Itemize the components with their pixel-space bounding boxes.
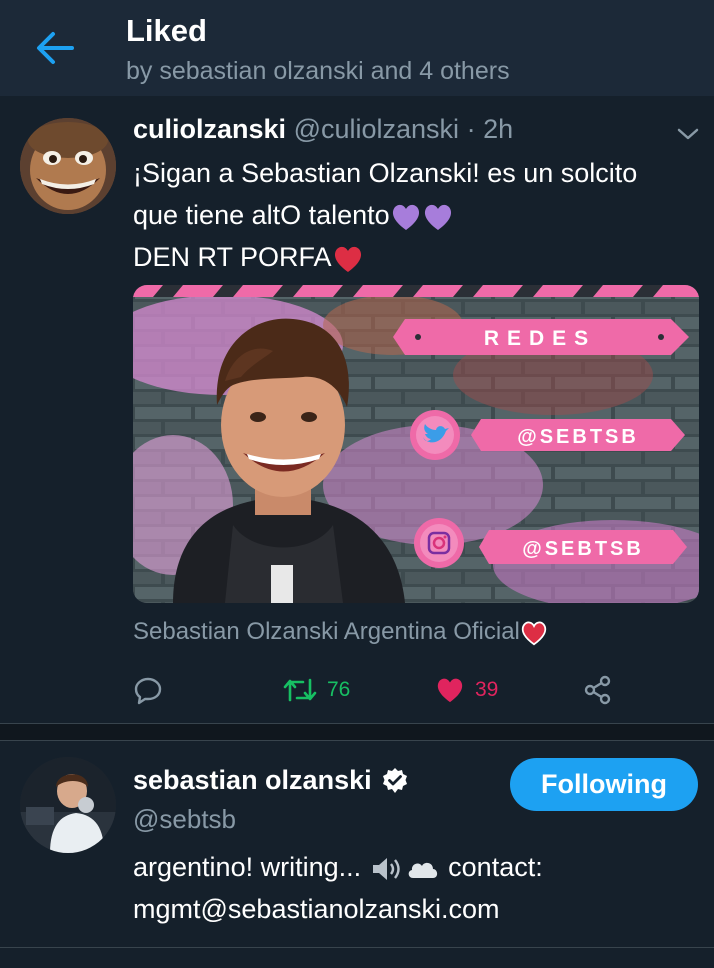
tweet-text-line: DEN RT PORFA — [133, 236, 703, 278]
bio-fragment: argentino! writing... — [133, 852, 362, 882]
page-title: Liked — [126, 13, 207, 48]
avatar[interactable] — [20, 757, 116, 853]
heart-icon — [437, 678, 463, 703]
user-name[interactable]: sebastian olzanski — [133, 765, 410, 796]
red-heart-icon — [334, 246, 361, 272]
chevron-down-icon[interactable] — [676, 126, 700, 142]
avatar-image — [20, 118, 116, 214]
share-icon — [584, 675, 611, 705]
section-gap — [0, 724, 714, 740]
cloud-icon — [408, 862, 437, 878]
instagram-handle-text: @SEBTSB — [522, 538, 644, 560]
reply-icon — [134, 677, 162, 705]
user-bio: argentino! writing... contact: mgmt@seba… — [133, 846, 703, 930]
tweet-text: ¡Sigan a Sebastian Olzanski! es un solci… — [133, 152, 703, 278]
bio-line: argentino! writing... contact: — [133, 846, 703, 888]
avatar[interactable] — [20, 118, 116, 214]
reply-button[interactable] — [133, 668, 163, 712]
author-handle[interactable]: @culiolzanski — [294, 114, 459, 144]
tweet-time: 2h — [483, 114, 514, 144]
red-heart-icon — [521, 621, 546, 645]
share-button[interactable] — [583, 668, 613, 712]
page-subtitle[interactable]: by sebastian olzanski and 4 others — [126, 57, 510, 86]
tweet-media-image[interactable]: REDES @SEBTSB @SEBTSB — [133, 285, 699, 603]
media-caption[interactable]: Sebastian Olzanski Argentina Oficial — [133, 618, 548, 646]
tweet-card[interactable]: culiolzanski @culiolzanski · 2h ¡Sigan a… — [0, 96, 714, 724]
tweet-author-line[interactable]: culiolzanski @culiolzanski · 2h — [133, 114, 513, 145]
redes-banner-text: REDES — [484, 327, 596, 350]
back-arrow-icon — [37, 32, 74, 64]
separator-dot: · — [466, 114, 476, 144]
author-name[interactable]: culiolzanski — [133, 114, 286, 144]
tweet-text-line: que tiene altO talento — [133, 194, 703, 236]
divider — [0, 947, 714, 948]
top-app-bar: Liked by sebastian olzanski and 4 others — [0, 0, 714, 96]
retweet-icon — [283, 678, 317, 702]
media-caption-text: Sebastian Olzanski Argentina Oficial — [133, 618, 520, 645]
tweet-text-fragment: DEN RT PORFA — [133, 242, 332, 272]
twitter-handle-text: @SEBTSB — [517, 426, 639, 448]
speaker-icon — [372, 857, 400, 880]
tweet-text-line: ¡Sigan a Sebastian Olzanski! es un solci… — [133, 158, 638, 188]
purple-heart-icon — [392, 204, 419, 230]
user-handle[interactable]: @sebtsb — [133, 804, 236, 835]
bio-fragment: contact: — [448, 852, 543, 882]
like-count: 39 — [475, 678, 499, 701]
bio-line[interactable]: mgmt@sebastianolzanski.com — [133, 888, 703, 930]
retweet-count: 76 — [327, 678, 351, 701]
tweet-actions: 76 39 — [133, 668, 693, 712]
following-button[interactable]: Following — [510, 758, 698, 811]
avatar-image — [20, 757, 116, 853]
retweet-button[interactable]: 76 — [283, 668, 350, 712]
tweet-text-fragment: que tiene altO talento — [133, 200, 390, 230]
purple-heart-icon — [424, 204, 451, 230]
user-card[interactable]: sebastian olzanski @sebtsb Following arg… — [0, 741, 714, 947]
verified-badge-icon — [382, 767, 407, 793]
like-button[interactable]: 39 — [435, 668, 498, 712]
user-name-text: sebastian olzanski — [133, 765, 372, 795]
back-button[interactable] — [30, 26, 80, 70]
